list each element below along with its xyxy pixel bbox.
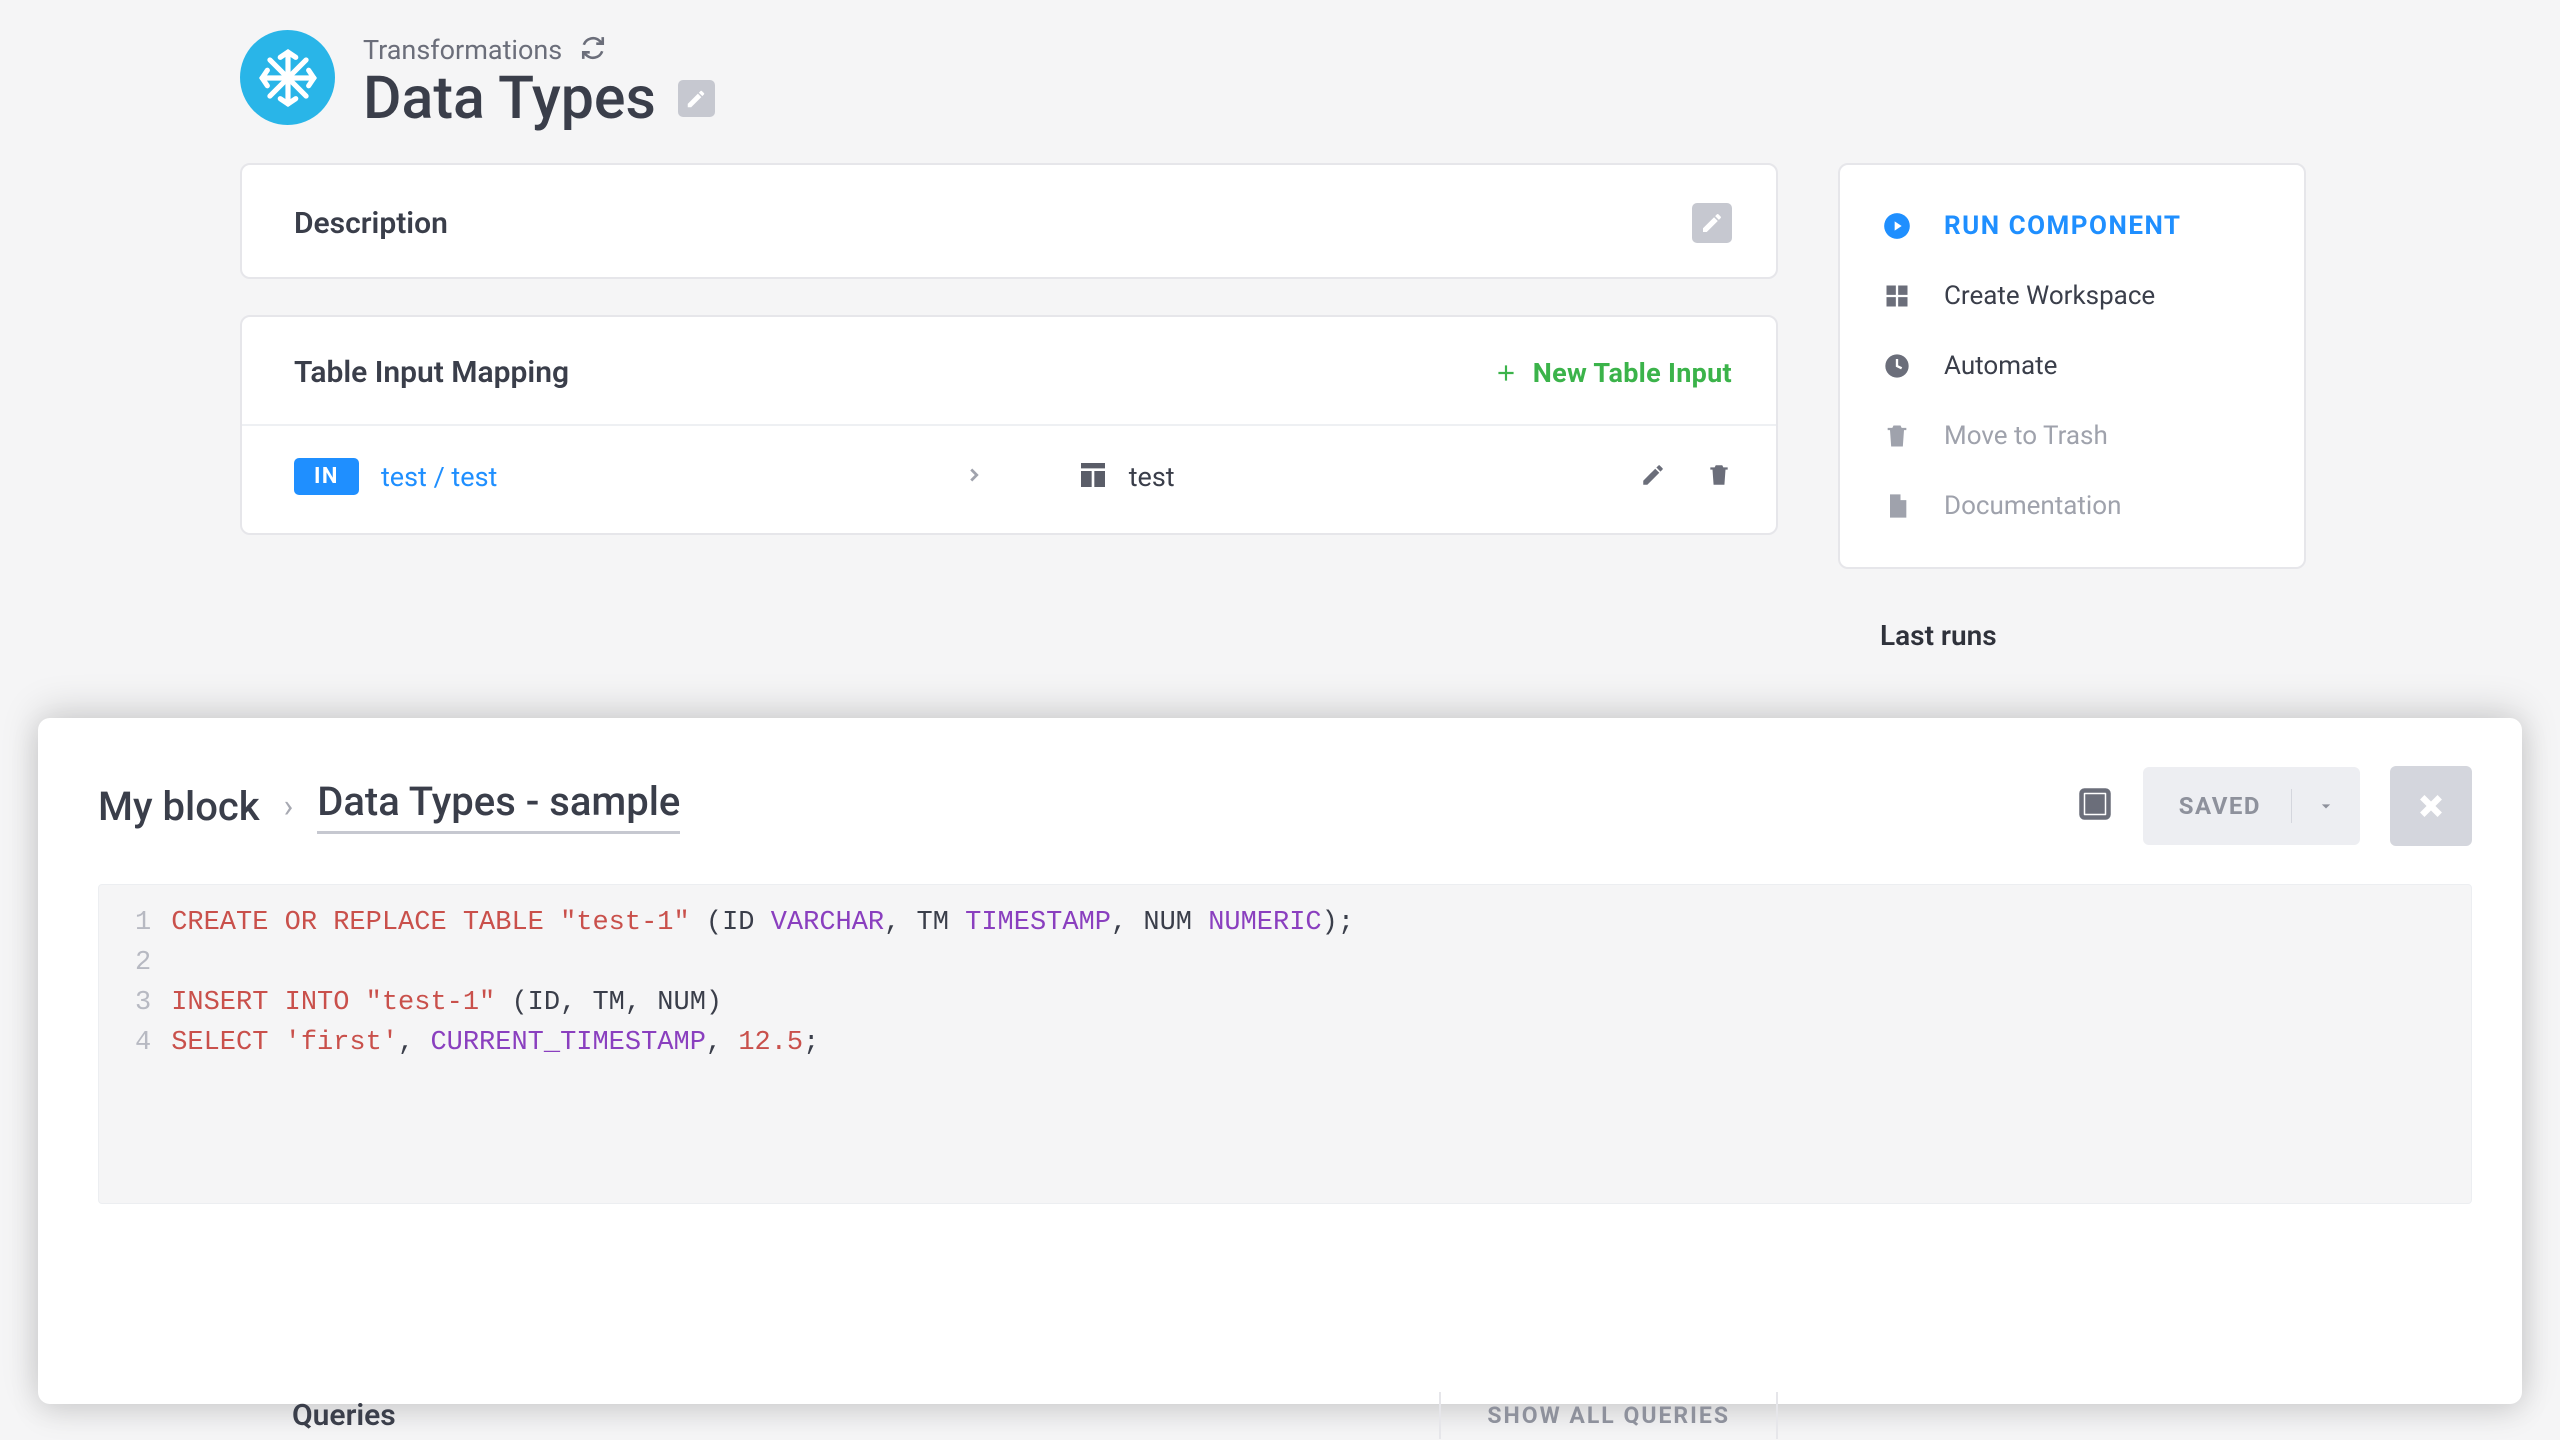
page-title: Data Types xyxy=(363,64,656,133)
run-component-label: RUN COMPONENT xyxy=(1944,211,2182,241)
edit-description-button[interactable] xyxy=(1692,203,1732,243)
breadcrumb-transformations[interactable]: Transformations xyxy=(363,34,562,66)
documentation-button[interactable]: Documentation xyxy=(1840,471,2304,541)
new-table-input-label: New Table Input xyxy=(1533,357,1732,389)
new-table-input-button[interactable]: New Table Input xyxy=(1493,357,1732,389)
table-input-mapping-card: Table Input Mapping New Table Input IN t… xyxy=(240,315,1778,535)
page-header: Transformations Data Types xyxy=(0,0,2560,133)
saved-button[interactable]: SAVED xyxy=(2143,767,2360,845)
trash-icon xyxy=(1706,462,1732,488)
clock-icon xyxy=(1882,352,1912,380)
pencil-icon xyxy=(685,88,707,110)
document-icon xyxy=(1882,492,1912,520)
edit-mapping-button[interactable] xyxy=(1640,462,1666,492)
last-runs-heading: Last runs xyxy=(1838,569,2306,652)
editor-breadcrumb-root[interactable]: My block xyxy=(98,783,260,830)
trash-icon xyxy=(1882,422,1912,450)
dest-table-name: test xyxy=(1129,461,1175,493)
edit-title-button[interactable] xyxy=(678,80,715,117)
description-card: Description xyxy=(240,163,1778,279)
pencil-icon xyxy=(1700,211,1724,235)
table-input-mapping-title: Table Input Mapping xyxy=(294,355,569,390)
close-editor-button[interactable] xyxy=(2390,766,2472,846)
delete-mapping-button[interactable] xyxy=(1706,462,1732,492)
chevron-right-icon: › xyxy=(260,787,318,825)
move-to-trash-label: Move to Trash xyxy=(1944,421,2108,451)
source-table-link[interactable]: test / test xyxy=(381,461,497,493)
pencil-icon xyxy=(1640,462,1666,488)
chevron-right-icon xyxy=(963,464,985,490)
automate-button[interactable]: Automate xyxy=(1840,331,2304,401)
sql-editor[interactable]: 1 2 3 4 CREATE OR REPLACE TABLE "test-1"… xyxy=(98,884,2472,1204)
component-logo xyxy=(240,30,335,125)
play-icon xyxy=(1882,212,1912,240)
queries-title: Queries xyxy=(240,1398,396,1433)
snowflake-icon xyxy=(257,47,319,109)
editor-title[interactable]: Data Types - sample xyxy=(317,778,680,834)
description-title: Description xyxy=(294,206,448,241)
table-icon xyxy=(1077,459,1109,495)
code-editor-panel: My block › Data Types - sample SAVED 1 2… xyxy=(38,718,2522,1404)
in-badge: IN xyxy=(294,458,359,495)
plus-icon xyxy=(1493,360,1519,386)
close-icon xyxy=(2416,791,2446,821)
create-workspace-label: Create Workspace xyxy=(1944,281,2155,311)
code-content[interactable]: CREATE OR REPLACE TABLE "test-1" (ID VAR… xyxy=(171,903,1354,1063)
documentation-label: Documentation xyxy=(1944,491,2121,521)
caret-down-icon xyxy=(2316,796,2336,816)
actions-panel: RUN COMPONENT Create Workspace Automate … xyxy=(1838,163,2306,569)
automate-label: Automate xyxy=(1944,351,2057,381)
maximize-button[interactable] xyxy=(2077,786,2113,826)
show-all-queries-button[interactable]: SHOW ALL QUERIES xyxy=(1439,1392,1778,1439)
mapping-row[interactable]: IN test / test test xyxy=(242,424,1776,533)
run-component-button[interactable]: RUN COMPONENT xyxy=(1840,191,2304,261)
refresh-icon[interactable] xyxy=(580,35,606,65)
workspace-icon xyxy=(1882,282,1912,310)
saved-label: SAVED xyxy=(2179,792,2261,820)
queries-section: Queries SHOW ALL QUERIES xyxy=(240,1392,1778,1439)
line-gutter: 1 2 3 4 xyxy=(99,903,171,1063)
create-workspace-button[interactable]: Create Workspace xyxy=(1840,261,2304,331)
move-to-trash-button[interactable]: Move to Trash xyxy=(1840,401,2304,471)
